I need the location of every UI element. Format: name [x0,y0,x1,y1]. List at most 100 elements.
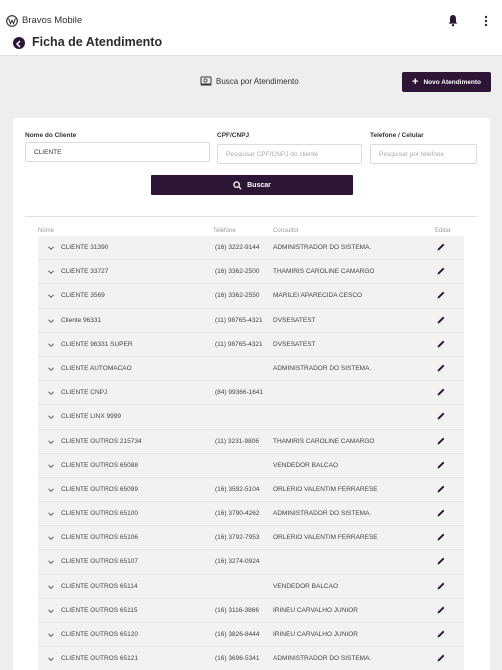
pencil-icon[interactable] [436,290,446,300]
search-by-ticket-link[interactable]: Busca por Atendimento [200,76,299,86]
table-row[interactable]: CLIENTE OUTROS 65107 (16) 3274-0924 [38,550,464,575]
client-phone: (16) 3696-5341 [215,655,260,663]
pencil-icon[interactable] [436,387,446,397]
pencil-icon[interactable] [436,436,446,446]
search-by-ticket-label: Busca por Atendimento [216,76,299,86]
pencil-icon[interactable] [436,508,446,518]
client-name: CLIENTE OUTROS 65120 [61,631,138,638]
table-row[interactable]: CLIENTE OUTROS 65100 (16) 3790-4262 ADMINI… [38,502,464,527]
table-row[interactable]: CLIENTE 3569 (16) 3362-2550 MARILEI APAREC… [38,284,464,309]
client-consultant: ORLERIO VALENTIM FERRARESE [273,485,378,493]
chevron-down-icon[interactable] [47,583,55,591]
table-row[interactable]: CLIENTE AUTOMACAO ADMINISTRADOR DO SISTEM… [38,356,464,382]
pencil-icon[interactable] [436,605,446,615]
phone-input[interactable] [370,144,477,164]
chevron-down-icon[interactable] [47,558,55,566]
table-row[interactable]: CLIENTE 33727 (16) 3362-2500 THAMIRIS CARO… [38,260,464,285]
new-ticket-button[interactable]: + Novo Atendimento [402,72,491,92]
new-ticket-label: Novo Atendimento [423,78,481,86]
client-name: CLIENTE OUTROS 65088 [61,461,138,469]
chevron-down-icon[interactable] [47,317,55,325]
table-row[interactable]: CLIENTE OUTROS 65088 VENDEDOR BALCAO [38,453,464,478]
client-name: CLIENTE 31390 [61,244,109,251]
chevron-down-icon[interactable] [47,655,55,663]
client-name: CLIENTE OUTROS 65106 [61,534,138,542]
table-row[interactable]: CLIENTE LINX 9999 [38,405,464,430]
kebab-menu-icon[interactable] [481,14,491,28]
pencil-icon[interactable] [436,411,446,421]
pencil-icon[interactable] [436,532,446,542]
table-row[interactable]: CLIENTE OUTROS 65121 (16) 3696-5341 ADMINI… [38,647,464,670]
pencil-icon[interactable] [436,266,446,276]
bell-icon[interactable] [447,14,459,27]
table-row[interactable]: CLIENTE 96331 SUPER (11) 98765-4321 DVSESA… [38,332,464,357]
chevron-down-icon[interactable] [47,365,55,373]
pencil-icon[interactable] [436,653,446,663]
table-row[interactable]: Cliente 96331 (11) 98765-4321 DVSESATEST [38,308,464,333]
header-edit: Editar [435,228,451,234]
client-phone: (11) 98765-4321 [215,340,263,348]
pencil-icon[interactable] [436,460,446,470]
chevron-down-icon[interactable] [47,631,55,639]
client-consultant: ADMINISTRADOR DO SISTEMA. [273,510,372,518]
chevron-down-icon[interactable] [47,607,55,615]
table-row[interactable]: CLIENTE OUTROS 215734 (11) 3231-9806 THAMI… [38,429,464,454]
client-name-input[interactable] [25,142,210,162]
pencil-icon[interactable] [436,315,446,325]
table-row[interactable]: CLIENTE CNPJ (84) 99366-1641 [38,381,464,406]
search-button-label: Buscar [247,181,271,189]
chevron-down-icon[interactable] [47,292,55,300]
client-consultant: VENDEDOR BALCAO [273,582,339,590]
pencil-icon[interactable] [436,629,446,639]
cpf-cnpj-input[interactable] [217,144,362,164]
client-consultant: THAMIRIS CAROLINE CAMARGO [273,268,375,276]
page-header: Ficha de Atendimento [0,30,502,56]
chevron-down-icon[interactable] [47,486,55,494]
pencil-icon[interactable] [436,556,446,566]
divider [25,216,477,217]
client-phone: (84) 99366-1641 [215,389,264,397]
pencil-icon[interactable] [436,339,446,349]
chevron-down-icon[interactable] [47,268,55,276]
client-consultant: ADMINISTRADOR DO SISTEMA. [273,655,372,663]
client-name: CLIENTE OUTROS 65114 [61,582,138,590]
client-consultant: ADMINISTRADOR DO SISTEMA. [273,244,372,251]
search-icon [233,180,242,190]
client-name: CLIENTE OUTROS 65099 [61,485,138,493]
chevron-down-icon[interactable] [47,244,55,252]
client-name: CLIENTE 33727 [61,268,109,276]
table-row[interactable]: CLIENTE OUTROS 65114 VENDEDOR BALCAO [38,574,464,599]
pencil-icon[interactable] [436,242,446,252]
app-name: Bravos Mobile [22,15,83,26]
client-name: CLIENTE OUTROS 65107 [61,558,138,566]
client-name: CLIENTE LINX 9999 [61,413,121,421]
client-consultant: IRINEU CARVALHO JUNIOR [273,631,358,638]
table-row[interactable]: CLIENTE OUTROS 65115 (16) 3116-3866 IRINEU… [38,598,464,623]
table-row[interactable]: CLIENTE OUTROS 65099 (16) 3592-5104 ORLERI… [38,477,464,503]
chevron-down-icon[interactable] [47,341,55,349]
pencil-icon[interactable] [436,581,446,591]
phone-label: Telefone / Celular [370,132,424,139]
table-row[interactable]: CLIENTE 31390 (16) 3222-9144 ADMINISTRADOR… [38,236,464,261]
plus-icon: + [412,75,419,88]
chevron-down-icon[interactable] [47,510,55,518]
table-row[interactable]: CLIENTE OUTROS 65106 (16) 3792-7953 ORLERI… [38,526,464,551]
search-button[interactable]: Buscar [151,175,353,195]
client-consultant: DVSESATEST [273,340,316,348]
chevron-down-icon[interactable] [47,389,55,397]
client-consultant: ORLERIO VALENTIM FERRARESE [273,534,378,542]
chevron-down-icon[interactable] [47,438,55,446]
chevron-down-icon[interactable] [47,534,55,542]
client-name: CLIENTE CNPJ [61,389,108,397]
client-phone: (16) 3222-9144 [215,244,260,251]
client-table: CLIENTE 31390 (16) 3222-9144 ADMINISTRADOR… [38,236,464,670]
pencil-icon[interactable] [436,484,446,494]
header-consultant: Consultor [273,228,299,234]
client-phone: (11) 98765-4321 [215,316,263,324]
chevron-down-icon[interactable] [47,462,55,470]
client-phone: (16) 3362-2550 [215,292,260,300]
table-row[interactable]: CLIENTE OUTROS 65120 (16) 3826-8444 IRINEU… [38,623,464,648]
pencil-icon[interactable] [436,363,446,373]
back-button[interactable] [13,37,25,49]
chevron-down-icon[interactable] [47,413,55,421]
